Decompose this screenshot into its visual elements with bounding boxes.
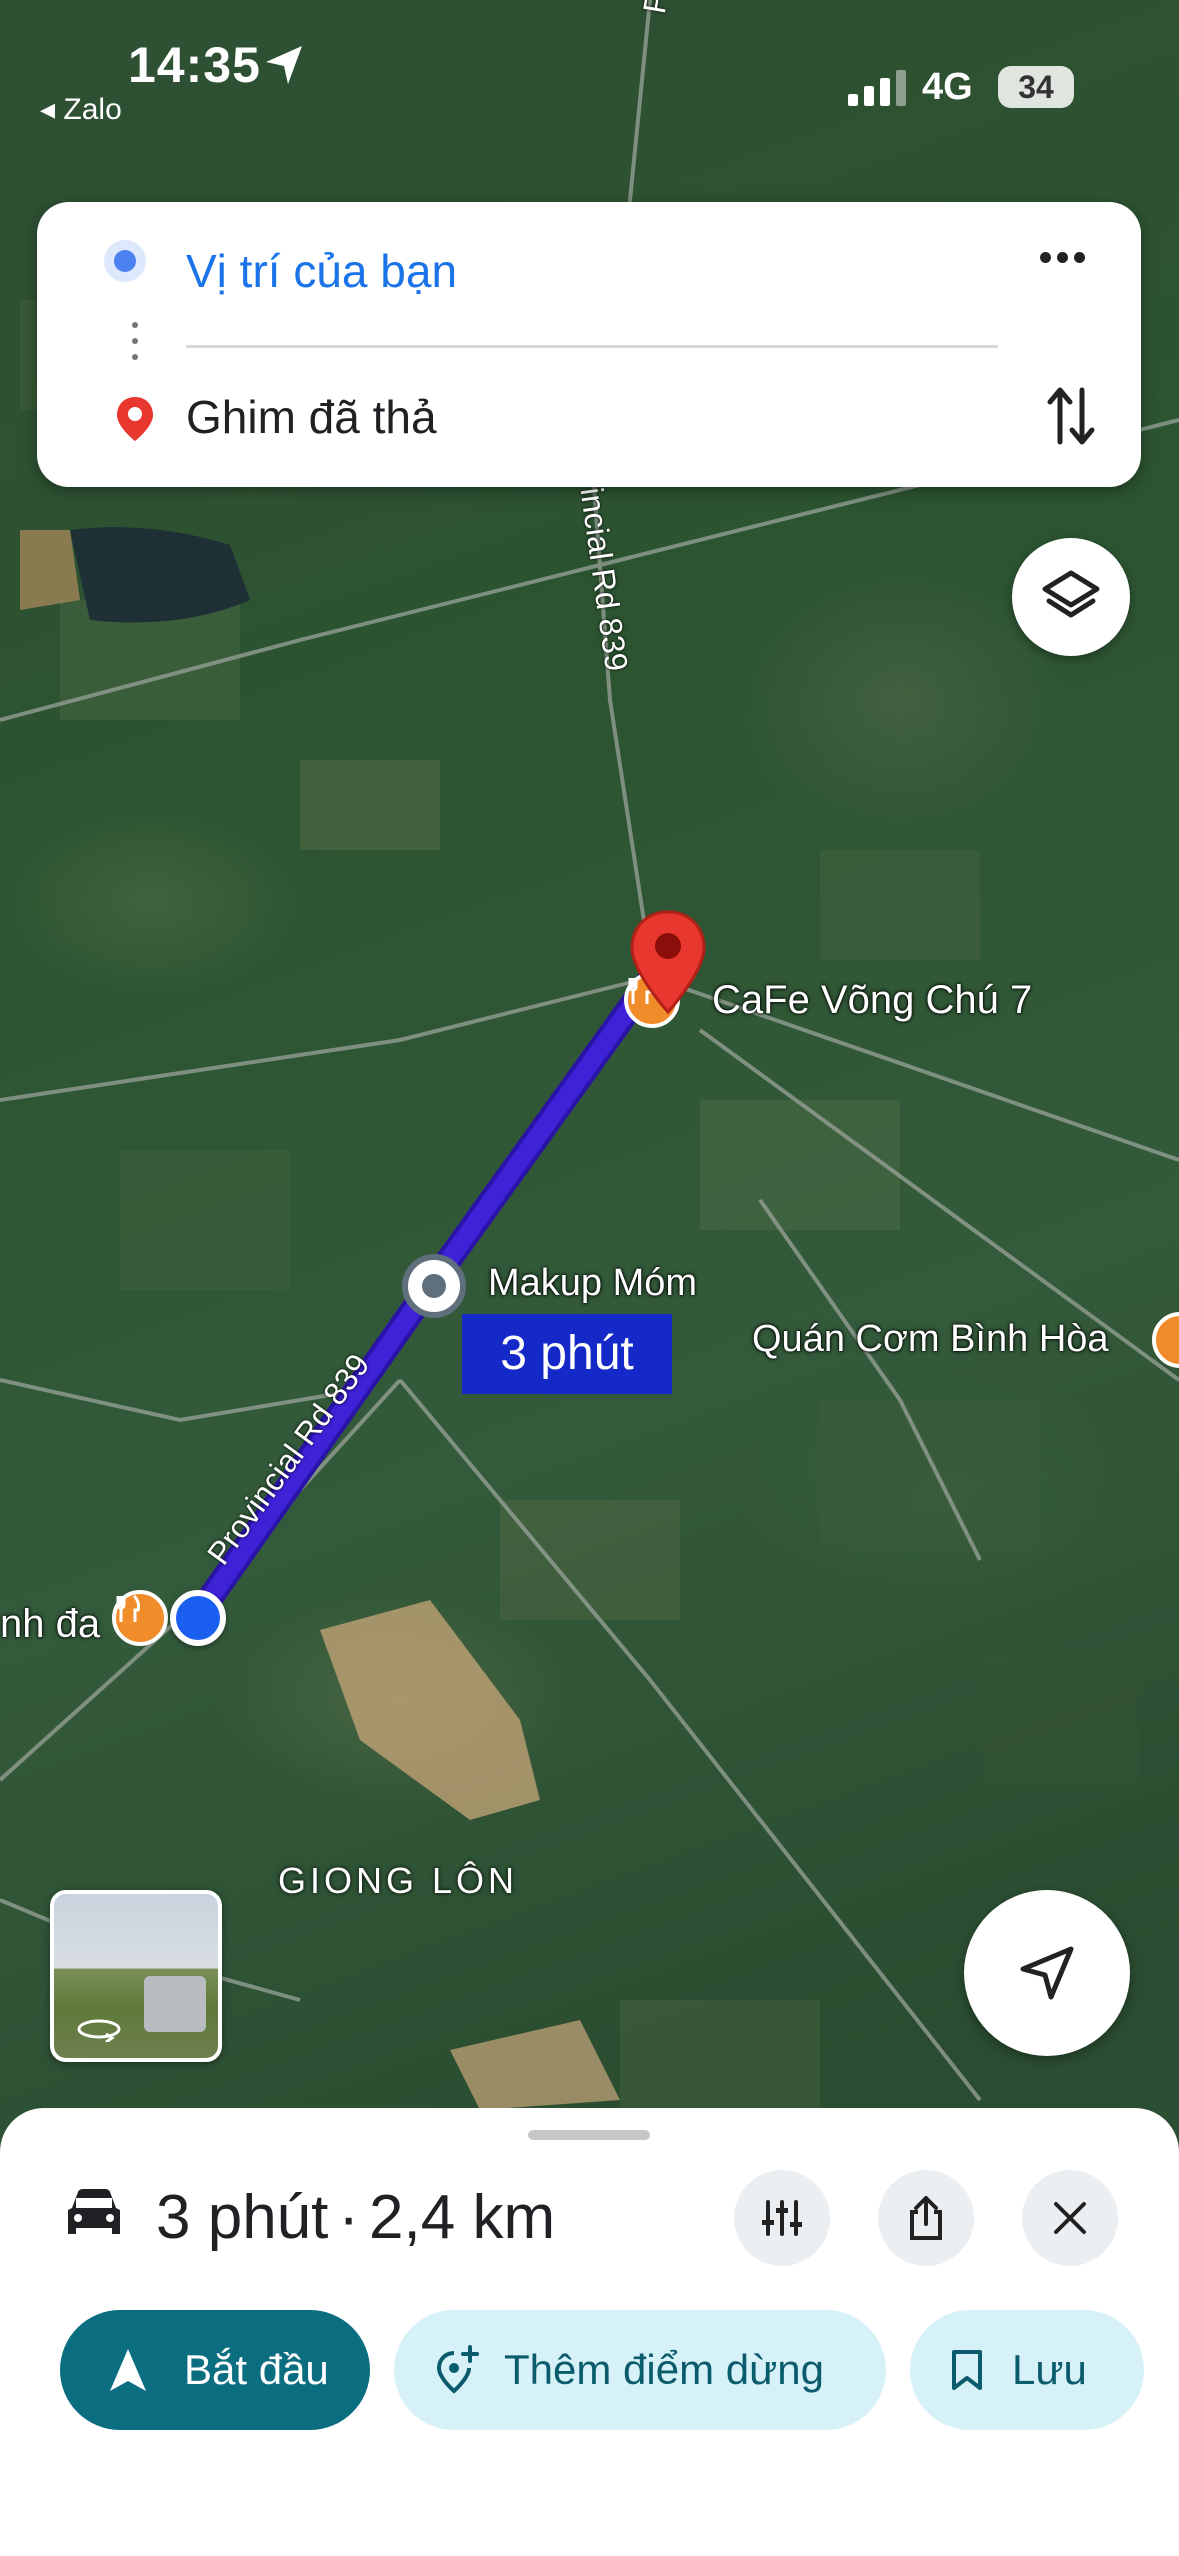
- drag-handle[interactable]: [528, 2130, 650, 2140]
- navigation-icon: [110, 2349, 146, 2391]
- route-options-button[interactable]: [734, 2170, 830, 2266]
- rotate-360-icon: [76, 2016, 122, 2047]
- destination-pin-icon: [114, 395, 156, 448]
- poi-label-quan-com[interactable]: Quán Cơm Bình Hòa: [752, 1318, 1109, 1361]
- add-location-icon: [436, 2345, 479, 2394]
- street-view-truck: [144, 1976, 206, 2032]
- status-time: 14:35: [128, 37, 261, 93]
- swap-icon[interactable]: [1046, 384, 1096, 453]
- poi-label-makup[interactable]: Makup Móm: [488, 1262, 697, 1305]
- current-location-dot: [170, 1590, 226, 1646]
- restaurant-icon[interactable]: [112, 1590, 168, 1646]
- street-view-thumbnail[interactable]: [50, 1890, 222, 2062]
- route-bottom-sheet: 3 phút · 2,4 km Bắt đầu Thêm điểm dừng Lưu: [0, 2108, 1179, 2556]
- tune-icon: [762, 2200, 802, 2236]
- more-options-icon[interactable]: [1040, 250, 1100, 290]
- poi-label-cafe[interactable]: CaFe Võng Chú 7: [712, 978, 1032, 1023]
- field-divider: [186, 345, 998, 348]
- origin-field[interactable]: Vị trí của bạn: [186, 244, 457, 298]
- layers-icon: [1042, 570, 1100, 618]
- navigation-arrow-icon: [1020, 1946, 1074, 2000]
- start-button[interactable]: Bắt đầu: [60, 2310, 370, 2430]
- start-button-label: Bắt đầu: [184, 2346, 329, 2393]
- close-icon: [1054, 2202, 1086, 2234]
- waypoint-marker[interactable]: [402, 1254, 466, 1318]
- poi-label-left[interactable]: nh đa: [0, 1602, 100, 1647]
- save-button[interactable]: Lưu: [910, 2310, 1144, 2430]
- route-duration: 3 phút: [156, 2183, 329, 2252]
- location-arrow-icon: [262, 42, 306, 91]
- share-icon: [910, 2196, 942, 2240]
- network-type: 4G: [922, 66, 973, 108]
- back-to-app-link[interactable]: ◂ Zalo: [40, 92, 122, 127]
- route-time-chip[interactable]: 3 phút: [462, 1314, 672, 1394]
- bookmark-icon: [952, 2350, 982, 2390]
- destination-field[interactable]: Ghim đã thả: [186, 390, 437, 444]
- recenter-button[interactable]: [964, 1890, 1130, 2056]
- share-button[interactable]: [878, 2170, 974, 2266]
- connector-dots: [132, 322, 138, 368]
- signal-icon: [848, 70, 908, 111]
- close-button[interactable]: [1022, 2170, 1118, 2266]
- route-distance: 2,4 km: [369, 2183, 556, 2252]
- route-summary: 3 phút · 2,4 km: [156, 2182, 555, 2253]
- add-stop-button[interactable]: Thêm điểm dừng: [394, 2310, 886, 2430]
- summary-separator: ·: [338, 2183, 360, 2252]
- add-stop-label: Thêm điểm dừng: [504, 2346, 824, 2393]
- area-label: GIONG LÔN: [278, 1860, 519, 1901]
- status-bar: 14:35 ◂ Zalo 4G 34: [0, 0, 1179, 126]
- layers-button[interactable]: [1012, 538, 1130, 656]
- save-label: Lưu: [1012, 2346, 1087, 2393]
- origin-dot-icon: [114, 250, 136, 272]
- battery-indicator: 34: [998, 66, 1074, 108]
- car-icon: [62, 2186, 126, 2247]
